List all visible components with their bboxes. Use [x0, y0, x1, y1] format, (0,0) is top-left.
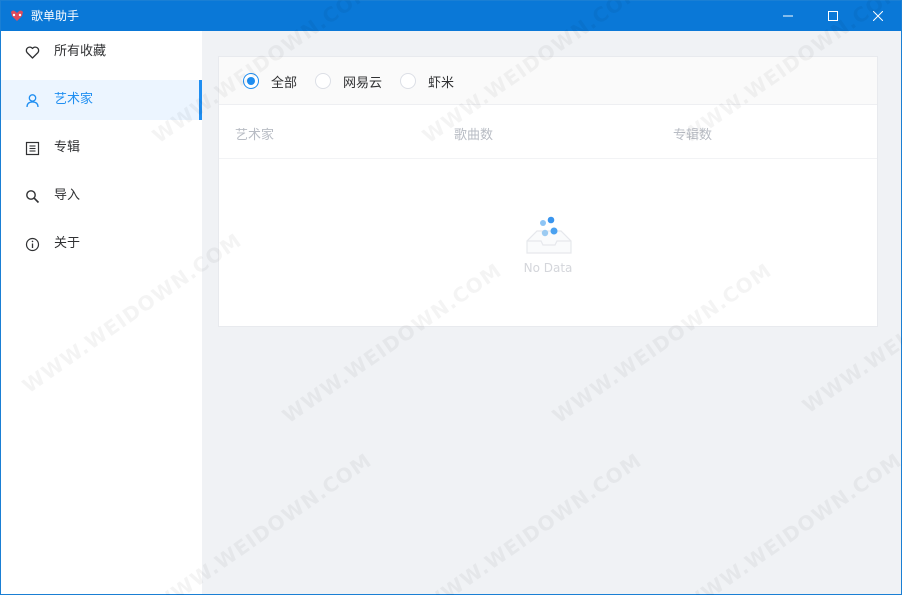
search-icon	[25, 189, 40, 204]
empty-state-text: No Data	[523, 261, 573, 275]
radio-button[interactable]	[400, 73, 416, 89]
sidebar-item-albums[interactable]: 专辑	[1, 128, 202, 168]
source-filter: 全部 网易云 虾米	[219, 57, 877, 105]
sidebar-item-label: 艺术家	[54, 92, 94, 107]
column-header-song-count[interactable]: 歌曲数	[454, 124, 493, 143]
table-header: 艺术家 歌曲数 专辑数	[219, 105, 877, 159]
sidebar-item-label: 关于	[54, 236, 81, 251]
heart-icon	[25, 45, 40, 60]
radio-label: 全部	[271, 75, 298, 91]
sidebar-item-label: 专辑	[54, 140, 81, 155]
radio-all[interactable]: 全部	[243, 72, 298, 91]
artists-panel: 全部 网易云 虾米 艺术家 歌曲数 专辑数 No Data	[218, 56, 878, 327]
close-icon	[873, 11, 883, 21]
watermark: WWW.WEIDOWN.COM	[678, 448, 902, 595]
sidebar-item-favorites[interactable]: 所有收藏	[1, 32, 202, 72]
sidebar-item-import[interactable]: 导入	[1, 176, 202, 216]
radio-label: 网易云	[343, 75, 383, 91]
sidebar-item-label: 导入	[54, 188, 81, 203]
info-icon	[25, 237, 40, 252]
column-header-artist[interactable]: 艺术家	[235, 124, 274, 143]
radio-label: 虾米	[428, 75, 455, 91]
window-title: 歌单助手	[31, 9, 80, 23]
maximize-button[interactable]	[810, 1, 856, 31]
column-header-album-count[interactable]: 专辑数	[673, 124, 712, 143]
minimize-icon	[783, 15, 793, 17]
sidebar: 所有收藏 艺术家 专辑 导入 关于	[1, 31, 202, 594]
sidebar-item-label: 所有收藏	[54, 44, 107, 59]
watermark: WWW.WEIDOWN.COM	[418, 448, 646, 595]
radio-button[interactable]	[315, 73, 331, 89]
album-icon	[25, 141, 40, 156]
minimize-button[interactable]	[765, 1, 811, 31]
app-window: 歌单助手 所有收藏 艺术家 专辑 导入 关于 全部 网易云 虾米 艺术家 歌曲数…	[0, 0, 902, 595]
radio-xiami[interactable]: 虾米	[400, 72, 455, 91]
sidebar-item-artists[interactable]: 艺术家	[1, 80, 202, 120]
close-button[interactable]	[855, 1, 901, 31]
title-bar[interactable]: 歌单助手	[1, 1, 901, 31]
radio-netease[interactable]: 网易云	[315, 72, 383, 91]
maximize-icon	[828, 11, 838, 21]
user-icon	[25, 93, 40, 108]
app-logo-icon	[9, 9, 25, 23]
radio-button[interactable]	[243, 73, 259, 89]
sidebar-item-about[interactable]: 关于	[1, 224, 202, 264]
